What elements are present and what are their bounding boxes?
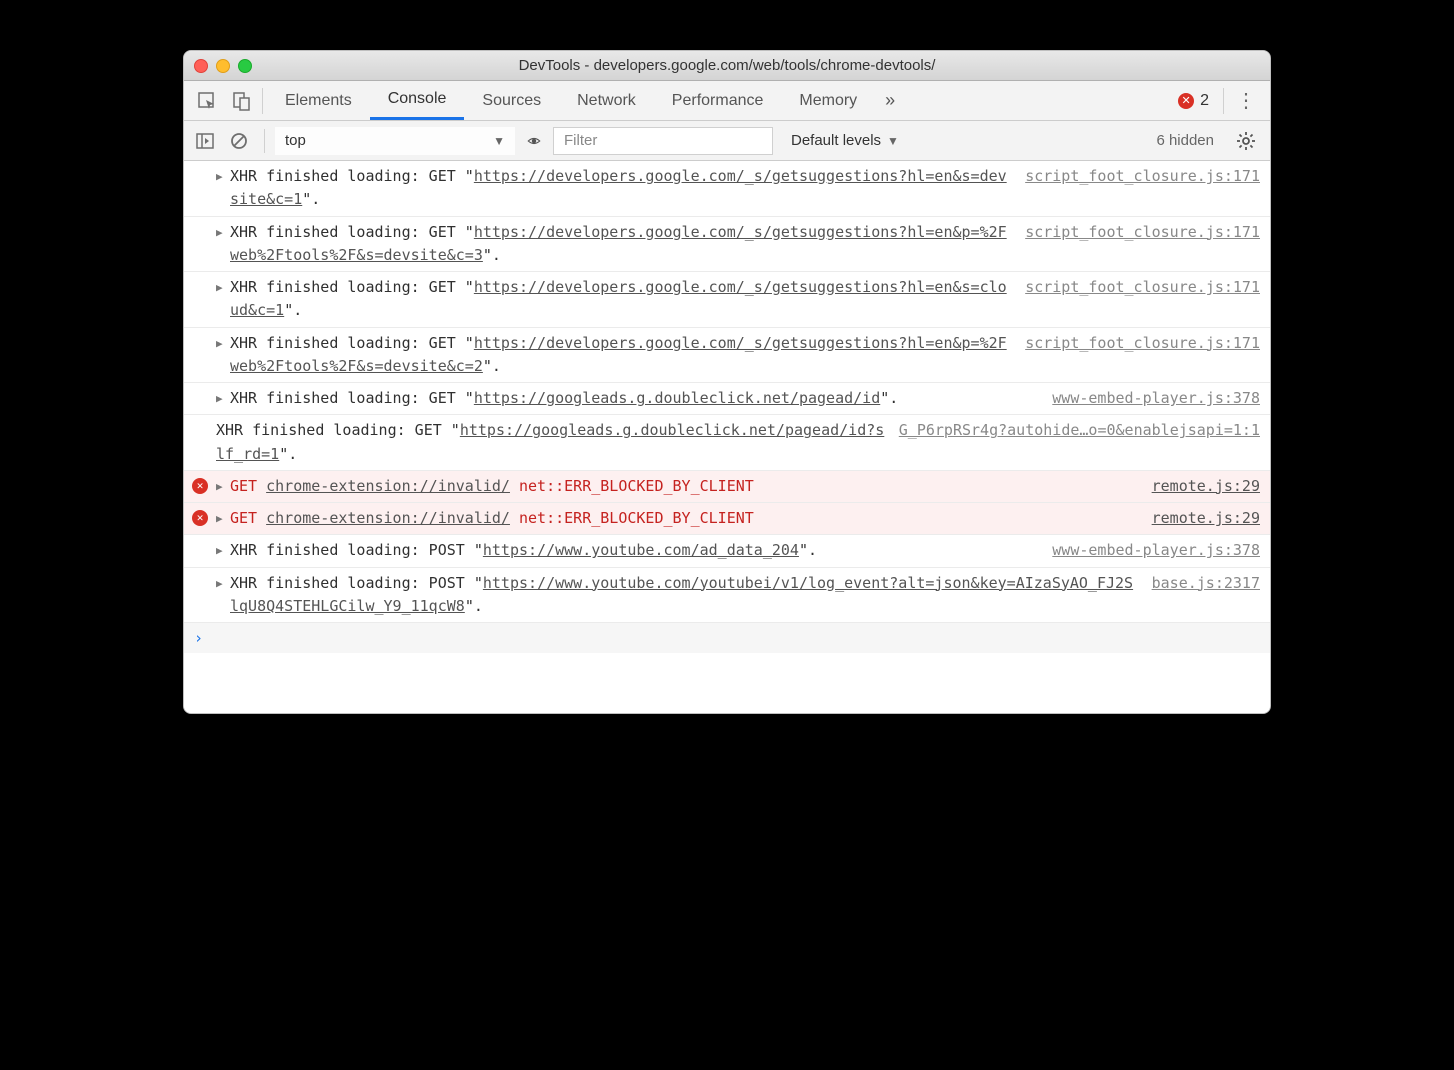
chevron-down-icon: ▼ [887, 134, 899, 148]
log-message: XHR finished loading: GET "https://devel… [230, 276, 1013, 323]
tabs-overflow[interactable]: » [875, 90, 905, 111]
console-xhr-row[interactable]: ▶ XHR finished loading: POST "https://www… [184, 568, 1270, 624]
live-expression-icon[interactable] [519, 126, 549, 156]
error-icon: ✕ [1178, 93, 1194, 109]
console-xhr-row[interactable]: ▶ XHR finished loading: POST "https://www… [184, 535, 1270, 567]
source-link[interactable]: script_foot_closure.js:171 [1013, 165, 1260, 212]
error-count-badge[interactable]: ✕ 2 [1168, 92, 1219, 110]
levels-value: Default levels [791, 132, 881, 149]
source-link[interactable]: base.js:2317 [1140, 572, 1260, 619]
tab-network[interactable]: Network [559, 81, 654, 120]
request-url[interactable]: https://developers.google.com/_s/getsugg… [230, 334, 1007, 375]
error-status: net::ERR_BLOCKED_BY_CLIENT [510, 509, 754, 527]
http-method: GET [230, 509, 266, 527]
log-message: XHR finished loading: GET "https://devel… [230, 332, 1013, 379]
divider [262, 88, 263, 114]
tab-memory[interactable]: Memory [781, 81, 875, 120]
source-link[interactable]: script_foot_closure.js:171 [1013, 276, 1260, 323]
chevron-down-icon: ▼ [493, 134, 505, 148]
clear-console-icon[interactable] [224, 126, 254, 156]
disclosure-triangle-icon[interactable]: ▶ [216, 390, 223, 407]
error-icon: ✕ [192, 478, 208, 494]
device-toggle-icon[interactable] [224, 82, 258, 120]
console-error-row[interactable]: ✕ ▶ GET chrome-extension://invalid/ net::E… [184, 471, 1270, 503]
console-toolbar: top ▼ Default levels ▼ 6 hidden [184, 121, 1270, 161]
console-prompt[interactable]: › [184, 623, 1270, 653]
titlebar: DevTools - developers.google.com/web/too… [184, 51, 1270, 81]
source-link[interactable]: www-embed-player.js:378 [1040, 387, 1260, 410]
tab-console[interactable]: Console [370, 81, 465, 120]
request-url[interactable]: https://www.youtube.com/youtubei/v1/log_… [230, 574, 1133, 615]
source-link[interactable]: www-embed-player.js:378 [1040, 539, 1260, 562]
hidden-count[interactable]: 6 hidden [1146, 132, 1224, 149]
log-message: XHR finished loading: GET "https://googl… [230, 387, 1040, 410]
prompt-chevron-icon: › [194, 629, 203, 647]
traffic-lights [194, 59, 252, 73]
tab-sources[interactable]: Sources [464, 81, 559, 120]
filter-input[interactable] [553, 127, 773, 155]
devtools-tabbar: ElementsConsoleSourcesNetworkPerformance… [184, 81, 1270, 121]
tab-performance[interactable]: Performance [654, 81, 782, 120]
request-url[interactable]: https://googleads.g.doubleclick.net/page… [216, 421, 884, 462]
console-empty-space [184, 653, 1270, 713]
console-xhr-row[interactable]: ▶ XHR finished loading: GET "https://deve… [184, 328, 1270, 384]
source-link[interactable]: script_foot_closure.js:171 [1013, 332, 1260, 379]
window-title: DevTools - developers.google.com/web/too… [184, 57, 1270, 74]
tab-elements[interactable]: Elements [267, 81, 370, 120]
console-error-row[interactable]: ✕ ▶ GET chrome-extension://invalid/ net::E… [184, 503, 1270, 535]
log-message: XHR finished loading: GET "https://googl… [216, 419, 887, 466]
source-link[interactable]: remote.js:29 [1140, 475, 1260, 498]
divider [1223, 88, 1224, 114]
error-count: 2 [1200, 92, 1209, 110]
console-xhr-row[interactable]: ▶ XHR finished loading: GET "https://deve… [184, 217, 1270, 273]
sidebar-toggle-icon[interactable] [190, 126, 220, 156]
source-link[interactable]: remote.js:29 [1140, 507, 1260, 530]
error-status: net::ERR_BLOCKED_BY_CLIENT [510, 477, 754, 495]
disclosure-triangle-icon[interactable]: ▶ [216, 478, 223, 495]
disclosure-triangle-icon[interactable]: ▶ [216, 510, 223, 527]
disclosure-triangle-icon[interactable]: ▶ [216, 168, 223, 185]
zoom-icon[interactable] [238, 59, 252, 73]
log-message: XHR finished loading: GET "https://devel… [230, 221, 1013, 268]
console-xhr-row[interactable]: ▶ XHR finished loading: GET "https://deve… [184, 272, 1270, 328]
log-message: GET chrome-extension://invalid/ net::ERR… [230, 507, 1140, 530]
request-url[interactable]: https://developers.google.com/_s/getsugg… [230, 223, 1007, 264]
source-link[interactable]: G_P6rpRSr4g?autohide…o=0&enablejsapi=1:1 [887, 419, 1260, 466]
minimize-icon[interactable] [216, 59, 230, 73]
disclosure-triangle-icon[interactable]: ▶ [216, 335, 223, 352]
close-icon[interactable] [194, 59, 208, 73]
console-xhr-row[interactable]: ▶ XHR finished loading: GET "https://goog… [184, 383, 1270, 415]
log-message: XHR finished loading: POST "https://www.… [230, 572, 1140, 619]
disclosure-triangle-icon[interactable]: ▶ [216, 575, 223, 592]
error-icon: ✕ [192, 510, 208, 526]
log-message: XHR finished loading: GET "https://devel… [230, 165, 1013, 212]
disclosure-triangle-icon[interactable]: ▶ [216, 279, 223, 296]
kebab-menu-icon[interactable]: ⋮ [1228, 88, 1264, 113]
request-url[interactable]: https://googleads.g.doubleclick.net/page… [474, 389, 880, 407]
source-link[interactable]: script_foot_closure.js:171 [1013, 221, 1260, 268]
request-url[interactable]: https://www.youtube.com/ad_data_204 [483, 541, 799, 559]
console-log: ▶ XHR finished loading: GET "https://deve… [184, 161, 1270, 623]
inspect-icon[interactable] [190, 82, 224, 120]
disclosure-triangle-icon[interactable]: ▶ [216, 224, 223, 241]
divider [264, 129, 265, 153]
gear-icon[interactable] [1228, 131, 1264, 151]
context-select[interactable]: top ▼ [275, 127, 515, 155]
request-url[interactable]: https://developers.google.com/_s/getsugg… [230, 278, 1007, 319]
devtools-window: DevTools - developers.google.com/web/too… [183, 50, 1271, 714]
disclosure-triangle-icon[interactable]: ▶ [216, 542, 223, 559]
request-url[interactable]: chrome-extension://invalid/ [266, 477, 510, 495]
context-value: top [285, 132, 306, 149]
request-url[interactable]: https://developers.google.com/_s/getsugg… [230, 167, 1007, 208]
log-message: XHR finished loading: POST "https://www.… [230, 539, 1040, 562]
log-levels-select[interactable]: Default levels ▼ [777, 132, 913, 149]
console-xhr-row[interactable]: XHR finished loading: GET "https://googl… [184, 415, 1270, 471]
http-method: GET [230, 477, 266, 495]
log-message: GET chrome-extension://invalid/ net::ERR… [230, 475, 1140, 498]
request-url[interactable]: chrome-extension://invalid/ [266, 509, 510, 527]
console-xhr-row[interactable]: ▶ XHR finished loading: GET "https://deve… [184, 161, 1270, 217]
